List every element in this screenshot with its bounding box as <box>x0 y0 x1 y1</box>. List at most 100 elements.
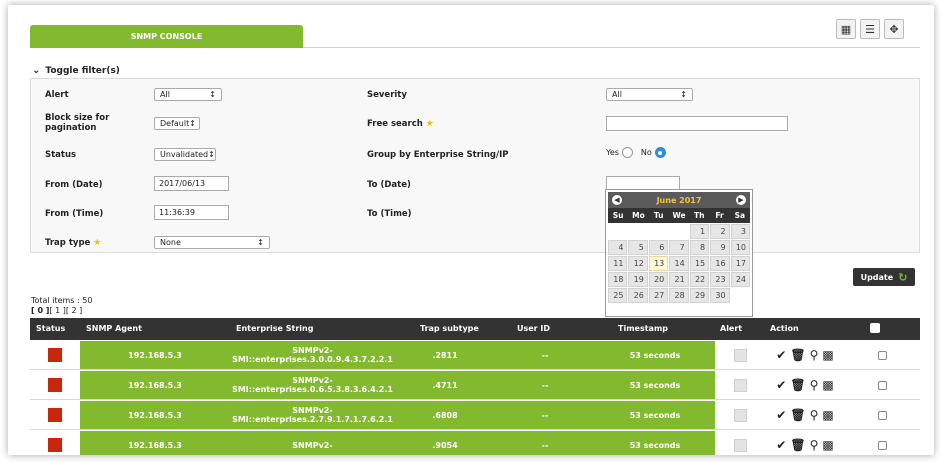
toggle-filters-label: Toggle filter(s) <box>45 65 120 76</box>
validate-icon[interactable]: ✔ <box>776 379 786 391</box>
from-date-input[interactable]: 2017/06/13 <box>154 176 229 191</box>
page-link-2[interactable]: [ 2 ] <box>66 306 82 315</box>
select-all-checkbox[interactable] <box>870 323 880 333</box>
radio-yes[interactable] <box>621 147 633 158</box>
col-action: Action <box>770 324 799 333</box>
calendar-day[interactable]: 14 <box>669 256 689 271</box>
status-critical-icon <box>48 378 62 392</box>
calendar-empty-cell <box>730 288 750 303</box>
calendar-day[interactable]: 26 <box>628 288 648 303</box>
calendar-day[interactable]: 1 <box>689 224 710 239</box>
report-icon[interactable]: ▩ <box>822 379 833 391</box>
calendar-day[interactable]: 25 <box>608 288 628 303</box>
calendar-day[interactable]: 28 <box>669 288 689 303</box>
status-label: Status <box>45 150 77 160</box>
enterprise-string-cell: SNMPv2- SMI::enterprises.0.6.5.3.8.3.6.4.… <box>230 371 395 399</box>
report-icon[interactable]: ▩ <box>822 439 833 451</box>
calendar-day[interactable]: 17 <box>730 256 750 271</box>
radio-no-label: No <box>640 148 652 157</box>
star-icon: ★ <box>93 238 102 248</box>
delete-icon[interactable]: 🗑 <box>790 379 805 391</box>
status-select[interactable]: Unvalidated ↕ <box>154 148 216 161</box>
timestamp-text: 53 seconds <box>629 440 681 450</box>
calendar-day[interactable]: 2 <box>710 224 730 239</box>
calendar-day[interactable]: 7 <box>669 240 689 255</box>
details-icon[interactable]: ⚲ <box>810 349 819 361</box>
calendar-day[interactable]: 24 <box>730 272 750 287</box>
subtype-cell: .4711 <box>395 371 495 399</box>
row-checkbox[interactable] <box>878 380 887 390</box>
prev-month-icon[interactable]: ◀ <box>612 195 622 205</box>
calendar-day[interactable]: 20 <box>648 272 669 287</box>
calendar-day[interactable]: 3 <box>730 224 750 239</box>
table-row[interactable]: 192.168.5.3 SNMPv2- SMI::enterprises.2.7.9… <box>30 401 920 430</box>
select-arrows-icon: ↕ <box>208 150 215 159</box>
page-link-0[interactable]: [ 0 ] <box>31 306 49 315</box>
validate-icon[interactable]: ✔ <box>776 349 786 361</box>
calendar-day[interactable]: 29 <box>689 288 710 303</box>
user-cell: -- <box>495 341 595 369</box>
alert-select[interactable]: All ↕ <box>154 88 222 101</box>
subtype-cell: .2811 <box>395 341 495 369</box>
col-snmp-agent: SNMP Agent <box>86 324 142 333</box>
trap-type-select[interactable]: None ↕ <box>154 236 270 249</box>
report-icon[interactable]: ▩ <box>822 349 833 361</box>
report-icon[interactable]: ▩ <box>822 409 833 421</box>
alert-cell <box>715 341 765 369</box>
calendar-day[interactable]: 23 <box>710 272 730 287</box>
tab-snmp-console[interactable]: SNMP CONSOLE <box>30 25 303 48</box>
calendar-day[interactable]: 11 <box>608 256 628 271</box>
block-size-select[interactable]: Default ↕ <box>154 117 200 130</box>
table-row[interactable]: 192.168.5.3 SNMPv2- SMI::enterprises.0.6.5… <box>30 371 920 400</box>
validate-icon[interactable]: ✔ <box>776 409 786 421</box>
calendar-day[interactable]: 13 <box>648 256 669 271</box>
severity-select[interactable]: All ↕ <box>606 88 693 101</box>
delete-icon[interactable]: 🗑 <box>790 409 805 421</box>
col-status: Status <box>36 324 66 333</box>
radio-no[interactable] <box>654 147 666 158</box>
calendar-day[interactable]: 18 <box>608 272 628 287</box>
row-checkbox[interactable] <box>878 410 887 420</box>
alert-indicator <box>733 348 747 362</box>
details-icon[interactable]: ⚲ <box>810 409 819 421</box>
calendar-day[interactable]: 6 <box>648 240 669 255</box>
validate-icon[interactable]: ✔ <box>776 439 786 451</box>
update-button[interactable]: Update ↻ <box>853 268 915 286</box>
calendar-day[interactable]: 15 <box>689 256 710 271</box>
calendar-day[interactable]: 21 <box>669 272 689 287</box>
calendar-day[interactable]: 27 <box>648 288 669 303</box>
list-icon[interactable]: ☰ <box>860 19 880 39</box>
page-link-1[interactable]: [ 1 ] <box>49 306 65 315</box>
user-text: -- <box>541 410 549 420</box>
calendar-day[interactable]: 9 <box>710 240 730 255</box>
timestamp-text: 53 seconds <box>629 380 681 390</box>
delete-icon[interactable]: 🗑 <box>790 349 805 361</box>
chart-icon[interactable]: ▦ <box>836 19 856 39</box>
calendar-day[interactable]: 5 <box>628 240 648 255</box>
row-checkbox[interactable] <box>878 440 887 450</box>
calendar-day[interactable]: 12 <box>628 256 648 271</box>
details-icon[interactable]: ⚲ <box>810 379 819 391</box>
delete-icon[interactable]: 🗑 <box>790 439 805 451</box>
radio-yes-label: Yes <box>606 148 619 157</box>
calendar-day[interactable]: 8 <box>689 240 710 255</box>
calendar-day[interactable]: 10 <box>730 240 750 255</box>
alert-cell <box>715 371 765 399</box>
calendar-empty-cell <box>608 224 628 239</box>
calendar-day[interactable]: 22 <box>689 272 710 287</box>
next-month-icon[interactable]: ▶ <box>736 195 746 205</box>
fullscreen-icon[interactable]: ✥ <box>884 19 904 39</box>
free-search-input[interactable] <box>606 116 788 131</box>
calendar-day[interactable]: 4 <box>608 240 628 255</box>
table-row[interactable]: 192.168.5.3 SNMPv2- .9054 -- 53 seconds ✔ 🗑 ⚲ ▩ <box>30 431 920 455</box>
calendar-day[interactable]: 19 <box>628 272 648 287</box>
timestamp-text: 53 seconds <box>629 410 681 420</box>
calendar-day[interactable]: 16 <box>710 256 730 271</box>
agent-text: 192.168.5.3 <box>128 440 182 450</box>
toggle-filters[interactable]: ⌄ Toggle filter(s) <box>32 65 120 76</box>
row-checkbox[interactable] <box>878 350 887 360</box>
from-time-input[interactable]: 11:36:39 <box>154 205 229 220</box>
calendar-day[interactable]: 30 <box>710 288 730 303</box>
details-icon[interactable]: ⚲ <box>810 439 819 451</box>
table-row[interactable]: 192.168.5.3 SNMPv2- SMI::enterprises.3.0.0… <box>30 341 920 370</box>
